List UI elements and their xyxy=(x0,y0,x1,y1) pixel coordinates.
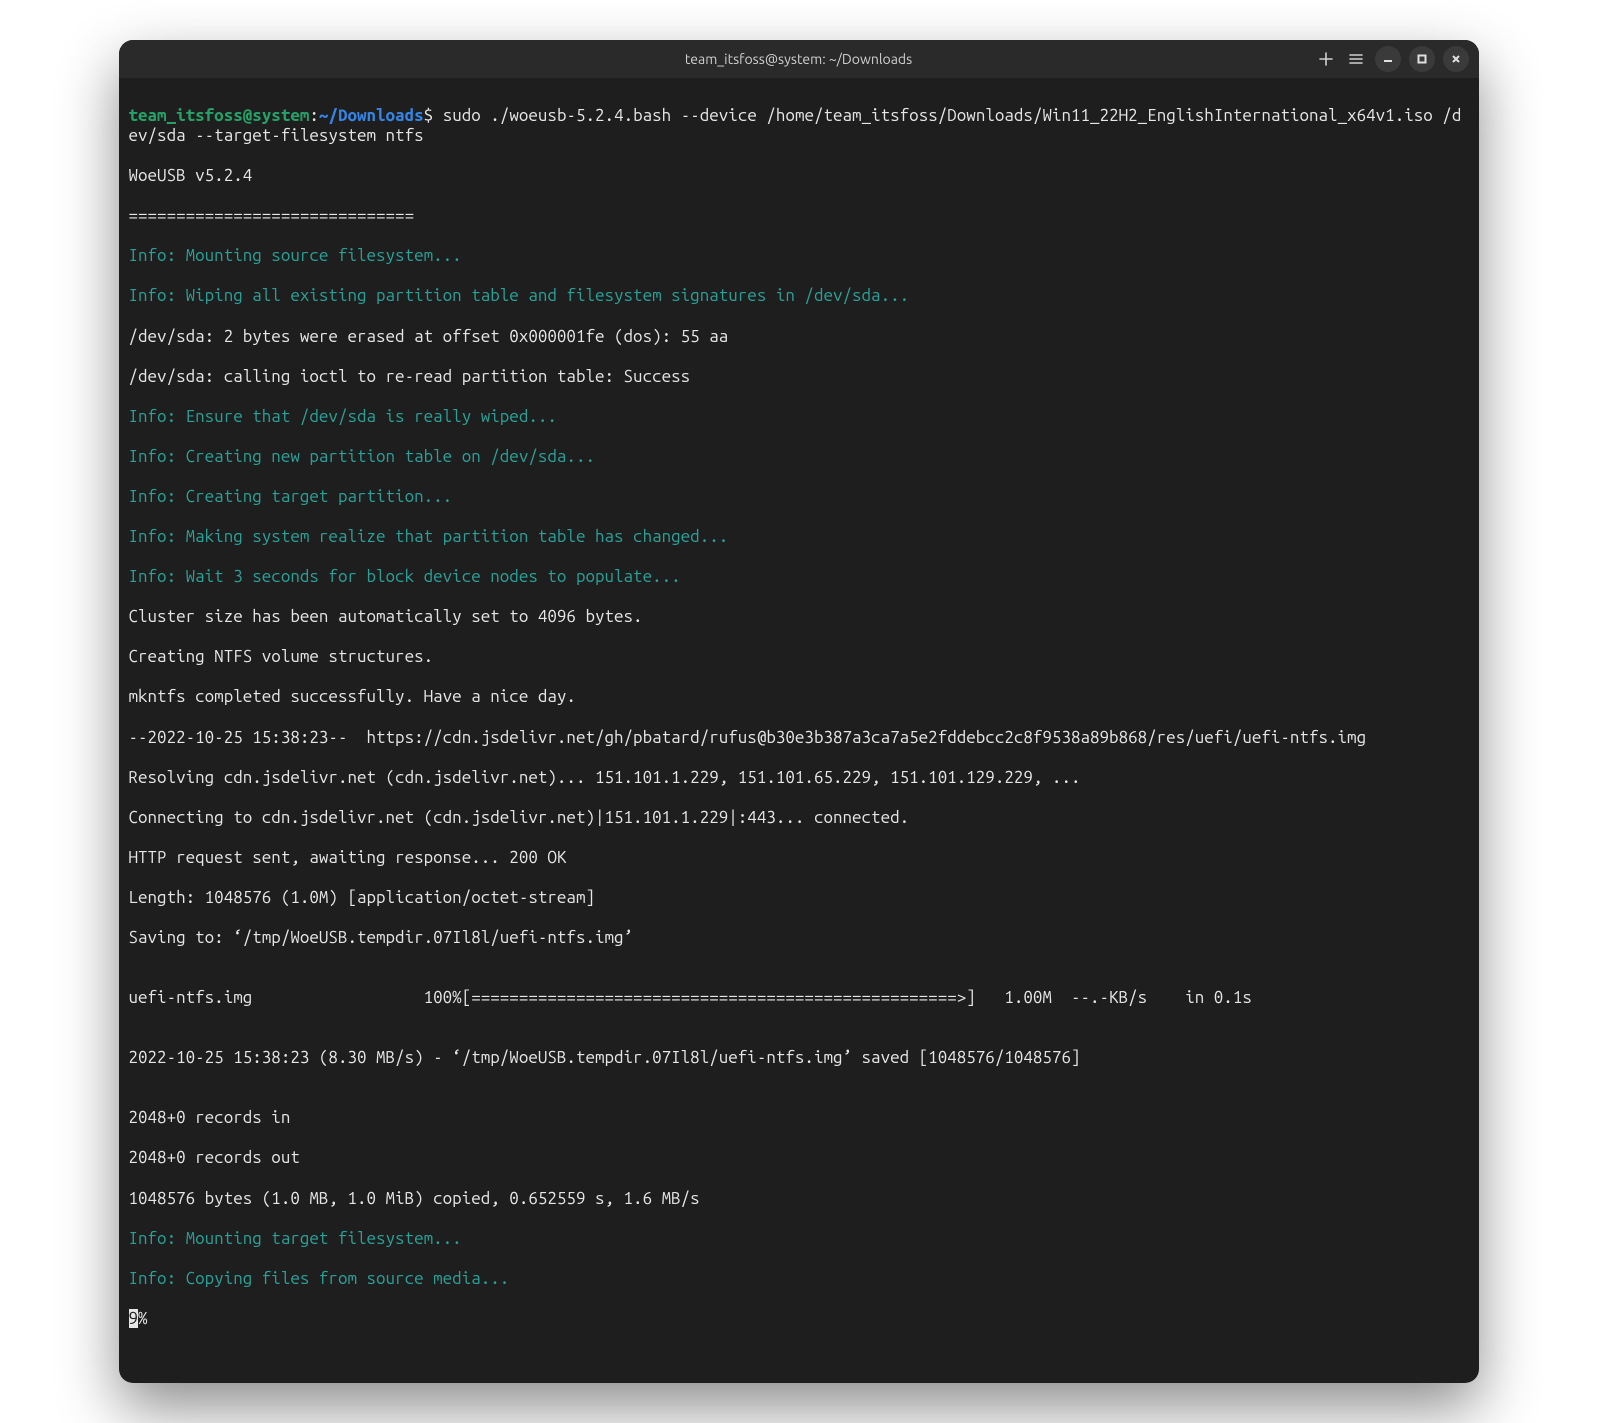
output-line: --2022-10-25 15:38:23-- https://cdn.jsde… xyxy=(129,728,1469,748)
prompt-colon: : xyxy=(309,106,319,125)
maximize-button[interactable] xyxy=(1409,46,1435,72)
output-line: 2048+0 records in xyxy=(129,1108,1469,1128)
progress-sign: % xyxy=(138,1309,148,1328)
hamburger-menu-button[interactable] xyxy=(1345,48,1367,70)
prompt-cwd: ~/Downloads xyxy=(319,106,424,125)
info-line: Info: Creating target partition... xyxy=(129,487,1469,507)
minimize-icon xyxy=(1382,53,1394,65)
progress-bar-line: uefi-ntfs.img 100%[=====================… xyxy=(129,988,1469,1008)
output-line: /dev/sda: calling ioctl to re-read parti… xyxy=(129,367,1469,387)
prompt-dollar: $ xyxy=(424,106,443,125)
info-line: Info: Wait 3 seconds for block device no… xyxy=(129,567,1469,587)
info-line: Info: Copying files from source media... xyxy=(129,1269,1469,1289)
titlebar-right-controls xyxy=(1315,46,1469,72)
output-line: Creating NTFS volume structures. xyxy=(129,647,1469,667)
plus-icon xyxy=(1319,52,1333,66)
output-line: WoeUSB v5.2.4 xyxy=(129,166,1469,186)
output-line: mkntfs completed successfully. Have a ni… xyxy=(129,687,1469,707)
output-line: 2022-10-25 15:38:23 (8.30 MB/s) - ‘/tmp/… xyxy=(129,1048,1469,1068)
info-line: Info: Ensure that /dev/sda is really wip… xyxy=(129,407,1469,427)
close-button[interactable] xyxy=(1443,46,1469,72)
output-line: ============================== xyxy=(129,206,1469,226)
terminal-window: team_itsfoss@system: ~/Downloads team_it… xyxy=(119,40,1479,1383)
titlebar: team_itsfoss@system: ~/Downloads xyxy=(119,40,1479,78)
hamburger-icon xyxy=(1349,52,1363,66)
terminal-output[interactable]: team_itsfoss@system:~/Downloads$ sudo ./… xyxy=(119,78,1479,1383)
new-tab-button[interactable] xyxy=(1315,48,1337,70)
minimize-button[interactable] xyxy=(1375,46,1401,72)
prompt-user-host: team_itsfoss@system xyxy=(129,106,310,125)
window-title: team_itsfoss@system: ~/Downloads xyxy=(119,51,1479,67)
output-line: Resolving cdn.jsdelivr.net (cdn.jsdelivr… xyxy=(129,768,1469,788)
info-line: Info: Mounting target filesystem... xyxy=(129,1229,1469,1249)
close-icon xyxy=(1450,53,1462,65)
output-line: Cluster size has been automatically set … xyxy=(129,607,1469,627)
info-line: Info: Wiping all existing partition tabl… xyxy=(129,286,1469,306)
output-line: Connecting to cdn.jsdelivr.net (cdn.jsde… xyxy=(129,808,1469,828)
output-line: 1048576 bytes (1.0 MB, 1.0 MiB) copied, … xyxy=(129,1189,1469,1209)
output-line: Length: 1048576 (1.0M) [application/octe… xyxy=(129,888,1469,908)
info-line: Info: Making system realize that partiti… xyxy=(129,527,1469,547)
progress-number: 9 xyxy=(129,1309,139,1328)
output-line: HTTP request sent, awaiting response... … xyxy=(129,848,1469,868)
copy-progress-line: 9% xyxy=(129,1309,1469,1329)
maximize-icon xyxy=(1416,53,1428,65)
info-line: Info: Mounting source filesystem... xyxy=(129,246,1469,266)
prompt-line: team_itsfoss@system:~/Downloads$ sudo ./… xyxy=(129,106,1469,146)
output-line: Saving to: ‘/tmp/WoeUSB.tempdir.07Il8l/u… xyxy=(129,928,1469,948)
output-line: /dev/sda: 2 bytes were erased at offset … xyxy=(129,327,1469,347)
info-line: Info: Creating new partition table on /d… xyxy=(129,447,1469,467)
output-line: 2048+0 records out xyxy=(129,1148,1469,1168)
